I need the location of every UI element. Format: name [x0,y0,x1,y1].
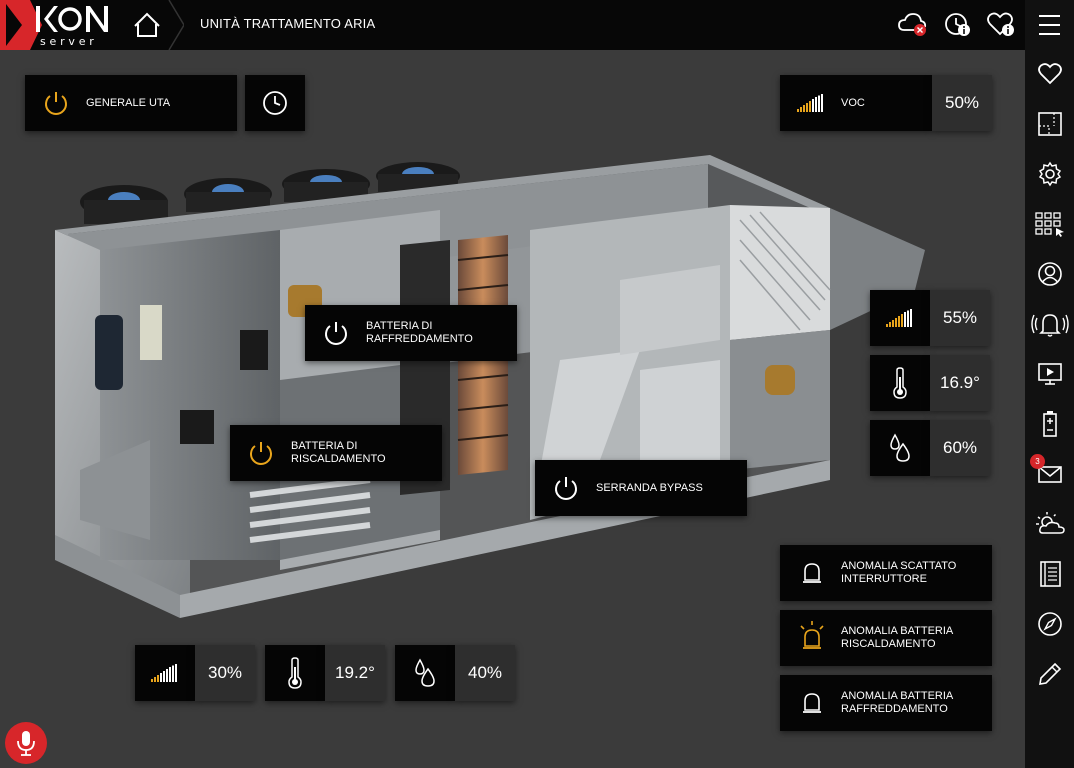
level-bars-icon [151,664,177,682]
sidebar-item-alarms[interactable] [1025,304,1074,344]
sidebar-item-favorites[interactable] [1025,54,1074,94]
right-level-sensor[interactable] [870,290,930,346]
grid-select-icon [1034,212,1064,237]
sidebar-item-energy[interactable] [1025,404,1074,444]
notebook-icon [1039,561,1061,587]
sidebar: 3 [1025,50,1074,768]
clock-icon [263,91,287,115]
alarm-label: ANOMALIA BATTERIA RISCALDAMENTO [841,625,954,650]
generale-uta-label: GENERALE UTA [86,97,171,109]
alarm-interruttore[interactable]: ANOMALIA SCATTATO INTERRUTTORE [780,545,992,601]
voc-sensor[interactable]: VOC [780,75,932,131]
app: server UNITÀ TRATTAMENTO ARIA 3 GENERALE… [0,0,1074,768]
page-title: UNITÀ TRATTAMENTO ARIA [200,16,376,31]
batteria-riscaldamento-label: BATTERIA DI RISCALDAMENTO [291,440,386,465]
microphone-icon [17,731,35,756]
top-bar: server UNITÀ TRATTAMENTO ARIA [0,0,1074,51]
sidebar-item-settings[interactable] [1025,154,1074,194]
monitor-play-icon [1037,363,1062,385]
alarm-bell-active-icon [800,621,824,649]
humidity-drops-icon [415,658,435,687]
humidity-drops-icon [890,433,910,462]
right-humidity-value: 60% [930,420,990,476]
alarm-label: ANOMALIA BATTERIA RAFFREDDAMENTO [841,690,954,715]
sidebar-item-scenes[interactable] [1025,204,1074,244]
sidebar-item-messages[interactable]: 3 [1025,454,1074,494]
floorplan-icon [1037,112,1062,136]
voice-command-button[interactable] [5,722,47,764]
bottom-humidity-value: 40% [455,645,515,701]
generale-uta-button[interactable]: GENERALE UTA [25,75,237,131]
hamburger-icon [1039,15,1060,35]
sidebar-item-edit[interactable] [1025,654,1074,694]
clock-info-icon[interactable] [941,10,973,40]
home-button[interactable] [122,0,185,51]
bottom-temperature-value: 19.2° [325,645,385,701]
serranda-bypass-button[interactable]: SERRANDA BYPASS [535,460,747,516]
voc-label: VOC [841,97,865,109]
sidebar-item-log[interactable] [1025,554,1074,594]
compass-icon [1037,612,1062,636]
gear-icon [1038,161,1061,187]
home-icon [134,0,185,51]
sidebar-item-video[interactable] [1025,354,1074,394]
menu-button[interactable] [1025,0,1074,50]
level-bars-icon [797,94,823,112]
bottom-level-sensor[interactable] [135,645,195,701]
alarm-bell-icon [803,693,821,713]
sidebar-item-weather[interactable] [1025,504,1074,544]
battery-icon [1042,411,1057,437]
heart-info-icon[interactable] [985,10,1017,40]
right-temperature-value: 16.9° [930,355,990,411]
sidebar-item-navigation[interactable] [1025,604,1074,644]
bell-icon [1030,314,1069,337]
power-icon [45,92,67,115]
voc-value: 50% [932,75,992,131]
serranda-bypass-label: SERRANDA BYPASS [596,482,703,494]
bottom-level-value: 30% [195,645,255,701]
pencil-icon [1038,662,1061,685]
logo[interactable]: server [0,0,122,50]
right-level-value: 55% [930,290,990,346]
heart-icon [1037,63,1062,85]
right-humidity-sensor[interactable] [870,420,930,476]
batteria-raffreddamento-button[interactable]: BATTERIA DI RAFFREDDAMENTO [305,305,517,361]
alarm-batteria-raffreddamento[interactable]: ANOMALIA BATTERIA RAFFREDDAMENTO [780,675,992,731]
sidebar-item-floorplan[interactable] [1025,104,1074,144]
level-bars-icon [886,309,912,327]
sidebar-item-user[interactable] [1025,254,1074,294]
thermometer-icon [288,657,302,689]
power-icon [325,322,347,345]
user-icon [1037,262,1062,286]
scheduler-button[interactable] [245,75,305,131]
mail-badge: 3 [1030,454,1045,469]
right-temperature-sensor[interactable] [870,355,930,411]
power-icon [555,477,577,500]
power-icon [250,442,272,465]
bottom-temperature-sensor[interactable] [265,645,325,701]
alarm-label: ANOMALIA SCATTATO INTERRUTTORE [841,560,957,585]
alarm-batteria-riscaldamento[interactable]: ANOMALIA BATTERIA RISCALDAMENTO [780,610,992,666]
cloud-error-icon[interactable] [897,10,929,40]
batteria-raffreddamento-label: BATTERIA DI RAFFREDDAMENTO [366,320,473,345]
bottom-humidity-sensor[interactable] [395,645,455,701]
alarm-bell-icon [803,563,821,583]
weather-icon [1035,512,1065,534]
thermometer-icon [893,367,907,399]
batteria-riscaldamento-button[interactable]: BATTERIA DI RISCALDAMENTO [230,425,442,481]
svg-text:server: server [40,35,98,48]
